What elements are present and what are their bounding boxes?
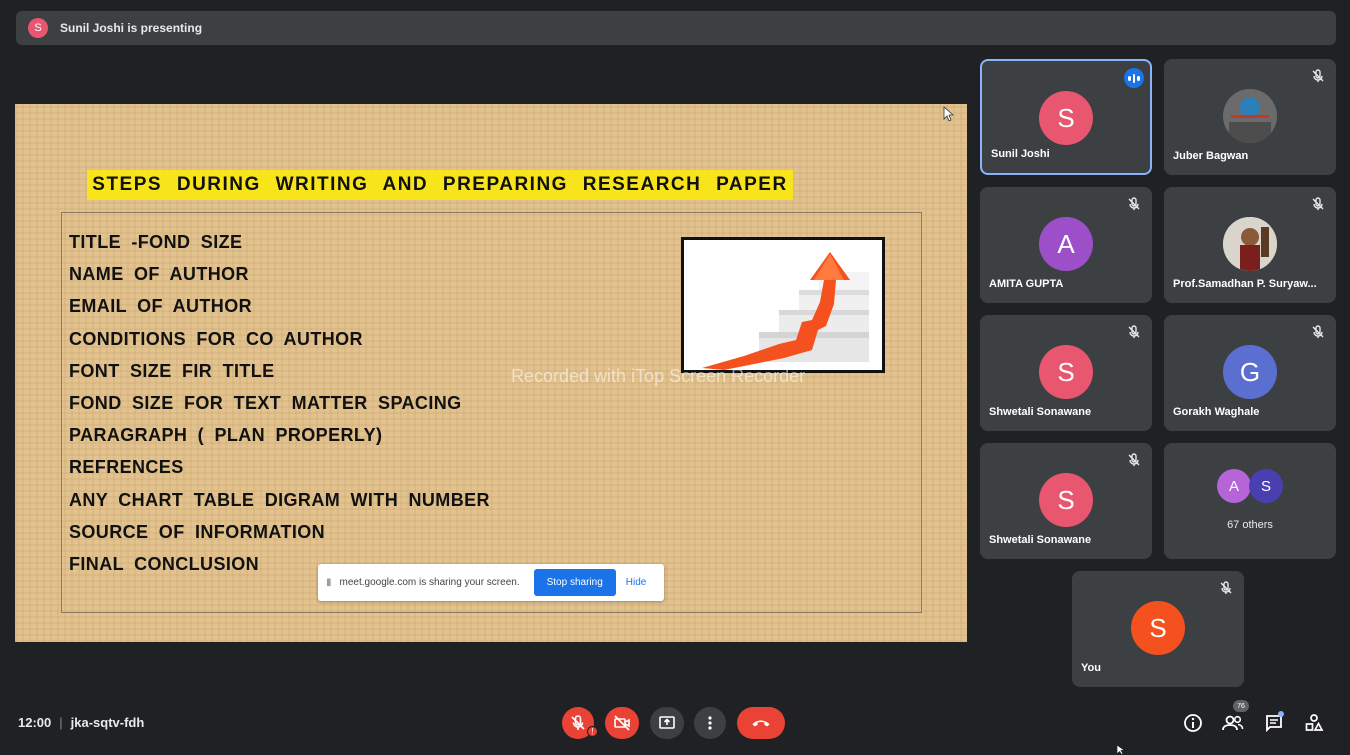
participant-tile-prof-samadhan[interactable]: Prof.Samadhan P. Suryaw... xyxy=(1164,187,1336,303)
slide-item: EMAIL OF AUTHOR xyxy=(69,296,252,317)
activities-button[interactable] xyxy=(1303,712,1325,734)
meeting-details-button[interactable] xyxy=(1182,712,1204,734)
participant-tile-amita-gupta[interactable]: A AMITA GUPTA xyxy=(980,187,1152,303)
avatar: S xyxy=(1249,469,1283,503)
more-vert-icon xyxy=(708,716,712,730)
slide-item: ANY CHART TABLE DIGRAM WITH NUMBER xyxy=(69,489,490,510)
presenting-text: Sunil Joshi is presenting xyxy=(60,21,203,35)
meeting-time: 12:00 xyxy=(18,715,52,730)
avatar: S xyxy=(1039,91,1093,145)
activities-icon xyxy=(1305,714,1324,731)
stop-sharing-button[interactable]: Stop sharing xyxy=(533,569,616,596)
avatar: S xyxy=(1039,473,1093,527)
people-button[interactable] xyxy=(1222,712,1244,734)
alert-icon: ! xyxy=(587,726,598,737)
mic-off-icon xyxy=(1312,197,1324,210)
mic-off-icon xyxy=(1220,581,1232,594)
slide-item: REFRENCES xyxy=(69,457,184,478)
participant-name: Gorakh Waghale xyxy=(1173,406,1260,418)
more-options-button[interactable] xyxy=(694,707,726,739)
presenting-banner: S Sunil Joshi is presenting xyxy=(16,11,1336,45)
present-screen-icon xyxy=(659,716,675,729)
slide-item: PARAGRAPH ( PLAN PROPERLY) xyxy=(69,425,383,446)
presenter-avatar: S xyxy=(28,18,48,38)
participant-tile-you[interactable]: S You xyxy=(1072,571,1244,687)
mic-off-icon xyxy=(1128,453,1140,466)
avatar xyxy=(1223,217,1277,271)
mic-off-icon xyxy=(1312,325,1324,338)
slide-item: NAME OF AUTHOR xyxy=(69,264,249,285)
avatar: A xyxy=(1039,217,1093,271)
participant-tile-gorakh-waghale[interactable]: G Gorakh Waghale xyxy=(1164,315,1336,431)
participant-name: Shwetali Sonawane xyxy=(989,406,1092,418)
drag-handle-icon[interactable]: ▮ xyxy=(326,577,332,588)
avatar: S xyxy=(1039,345,1093,399)
slide-item: FONT SIZE FIR TITLE xyxy=(69,360,275,381)
avatar xyxy=(1223,89,1277,143)
chat-notification-dot xyxy=(1278,711,1284,717)
participant-name: Shwetali Sonawane xyxy=(989,534,1092,546)
pointer-icon xyxy=(943,106,955,122)
shared-screen: STEPS DURING WRITING AND PREPARING RESEA… xyxy=(15,104,967,642)
leave-call-button[interactable] xyxy=(737,707,785,739)
participant-name: Prof.Samadhan P. Suryaw... xyxy=(1173,278,1317,290)
mic-off-icon xyxy=(1128,325,1140,338)
mic-off-icon xyxy=(1128,197,1140,210)
slide-item: SOURCE OF INFORMATION xyxy=(69,521,326,542)
stairs-arrow-image xyxy=(681,237,885,373)
screen-share-notification: ▮ meet.google.com is sharing your screen… xyxy=(318,564,664,601)
meeting-code: jka-sqtv-fdh xyxy=(70,715,145,730)
avatar: G xyxy=(1223,345,1277,399)
slide-item: FOND SIZE FOR TEXT MATTER SPACING xyxy=(69,392,462,413)
mic-off-icon xyxy=(1312,69,1324,82)
speaking-indicator-icon xyxy=(1124,68,1144,88)
mouse-cursor-icon xyxy=(1116,744,1126,755)
avatar: S xyxy=(1131,601,1185,655)
participant-name: Sunil Joshi xyxy=(991,148,1050,160)
divider: | xyxy=(59,715,63,730)
meeting-details: 12:00 | jka-sqtv-fdh xyxy=(18,715,144,730)
participant-tile-sunil-joshi[interactable]: S Sunil Joshi xyxy=(980,59,1152,175)
info-icon xyxy=(1184,714,1202,732)
present-screen-button[interactable] xyxy=(650,707,684,739)
slide-title: STEPS DURING WRITING AND PREPARING RESEA… xyxy=(87,170,793,200)
camera-off-icon xyxy=(614,715,630,731)
people-count-badge: 76 xyxy=(1233,700,1249,712)
participant-tile-shwetali-sonawane[interactable]: S Shwetali Sonawane xyxy=(980,315,1152,431)
slide-item: TITLE -FOND SIZE xyxy=(69,232,243,252)
participant-tile-juber-bagwan[interactable]: Juber Bagwan xyxy=(1164,59,1336,175)
hang-up-icon xyxy=(752,720,770,727)
mic-off-icon xyxy=(571,715,585,730)
participant-name: You xyxy=(1081,662,1101,674)
people-icon xyxy=(1222,715,1244,731)
participant-tile-shwetali-sonawane-2[interactable]: S Shwetali Sonawane xyxy=(980,443,1152,559)
hide-button[interactable]: Hide xyxy=(626,577,647,588)
camera-button[interactable] xyxy=(605,707,639,739)
slide-item: CONDITIONS FOR CO AUTHOR xyxy=(69,328,363,349)
participant-name: Juber Bagwan xyxy=(1173,150,1249,162)
slide-bullet-list: TITLE -FOND SIZE NAME OF AUTHOR EMAIL OF… xyxy=(69,232,490,586)
avatar: A xyxy=(1217,469,1251,503)
others-tile[interactable]: A S 67 others xyxy=(1164,443,1336,559)
recorder-watermark: Recorded with iTop Screen Recorder xyxy=(511,366,806,386)
others-count: 67 others xyxy=(1227,519,1273,531)
share-notification-text: meet.google.com is sharing your screen. xyxy=(339,577,520,588)
participant-name: AMITA GUPTA xyxy=(989,278,1064,290)
